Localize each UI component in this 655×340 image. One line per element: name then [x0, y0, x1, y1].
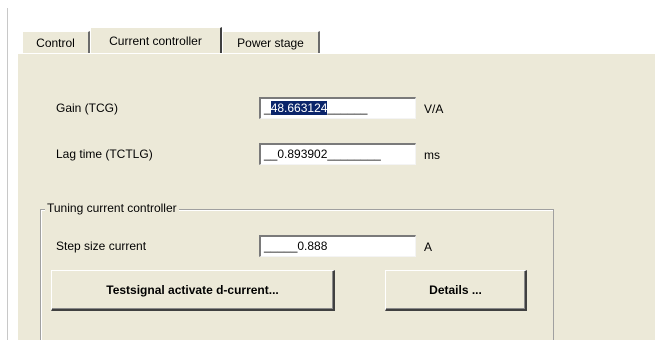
tab-current-controller-label: Current controller: [109, 33, 202, 48]
tab-control[interactable]: Control: [22, 31, 90, 53]
step-size-input[interactable]: _____0.888: [259, 235, 416, 257]
tab-current-controller[interactable]: Current controller: [90, 27, 222, 53]
testsignal-button[interactable]: Testsignal activate d-current...: [51, 270, 335, 311]
gain-unit: V/A: [424, 102, 444, 116]
details-button-label: Details ...: [429, 283, 482, 297]
tab-power-stage-label: Power stage: [237, 35, 304, 50]
tuning-group-title: Tuning current controller: [45, 201, 179, 215]
step-size-label: Step size current: [56, 239, 147, 253]
gain-input[interactable]: _48.663124______: [259, 97, 416, 119]
testsignal-button-label: Testsignal activate d-current...: [106, 283, 279, 297]
window-top-strip: [0, 0, 655, 8]
window-left-edge: [7, 8, 8, 340]
gain-value-lead: _: [264, 101, 271, 115]
lag-time-label: Lag time (TCTLG): [56, 147, 153, 161]
lag-time-input[interactable]: __0.893902________: [259, 143, 416, 165]
tab-power-stage[interactable]: Power stage: [222, 31, 320, 53]
gain-value-selected: 48.663124: [270, 101, 328, 115]
tab-control-label: Control: [36, 35, 75, 50]
step-size-unit: A: [424, 240, 433, 254]
details-button[interactable]: Details ...: [385, 270, 527, 311]
gain-value-trail: ______: [327, 101, 368, 115]
lag-time-unit: ms: [424, 148, 440, 162]
gain-label: Gain (TCG): [56, 101, 119, 115]
